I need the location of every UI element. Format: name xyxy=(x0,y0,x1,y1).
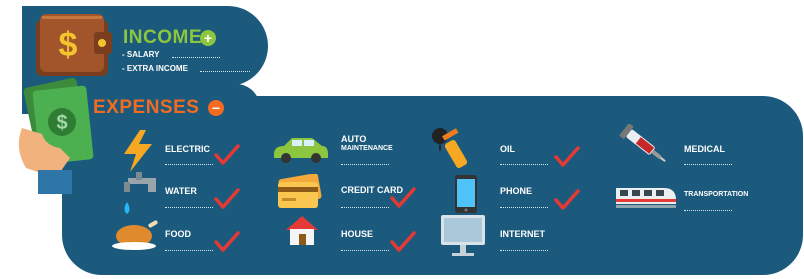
expense-label-medical: MEDICAL xyxy=(684,144,725,154)
monitor-icon xyxy=(441,215,485,256)
fuel-pump-icon xyxy=(432,128,468,169)
expense-label-transportation: TRANSPORTATION xyxy=(684,191,749,198)
credit-card-icon xyxy=(278,174,322,208)
car-icon xyxy=(274,138,328,163)
minus-icon: − xyxy=(208,100,224,116)
smartphone-icon xyxy=(455,175,477,213)
income-item-extra: - EXTRA INCOME xyxy=(122,64,188,73)
svg-text:$: $ xyxy=(59,26,78,64)
roast-chicken-icon xyxy=(112,220,158,250)
check-icon xyxy=(554,189,580,210)
check-icon xyxy=(214,188,240,209)
check-icon xyxy=(390,187,416,208)
expense-line-auto xyxy=(341,164,389,165)
expense-label-maintenance: MAINTENANCE xyxy=(341,145,393,152)
expense-line-electric xyxy=(165,164,213,165)
expense-line-oil xyxy=(500,164,548,165)
train-icon xyxy=(616,188,676,208)
expense-line-house xyxy=(341,250,389,251)
expense-label-house: HOUSE xyxy=(341,229,374,239)
income-title: INCOME xyxy=(123,27,202,48)
check-icon xyxy=(214,231,240,252)
wallet-icon: $ xyxy=(36,14,112,76)
expense-line-internet xyxy=(500,250,548,251)
expense-line-credit-card xyxy=(341,207,389,208)
expense-label-auto: AUTO xyxy=(341,134,367,144)
svg-text:$: $ xyxy=(56,112,67,134)
expense-label-water: WATER xyxy=(165,186,197,196)
check-icon xyxy=(390,231,416,252)
water-tap-icon xyxy=(124,172,156,214)
income-extra-line xyxy=(200,71,250,72)
expense-label-oil: OIL xyxy=(500,144,515,154)
lightning-icon xyxy=(124,130,152,172)
expenses-title: EXPENSES xyxy=(93,97,200,118)
expense-line-water xyxy=(165,207,213,208)
syringe-icon xyxy=(619,124,666,163)
expense-label-food: FOOD xyxy=(165,229,191,239)
expense-line-medical xyxy=(684,164,732,165)
income-item-salary: - SALARY xyxy=(122,50,160,59)
plus-icon: + xyxy=(200,30,216,46)
expense-line-transportation xyxy=(684,210,732,211)
income-salary-line xyxy=(172,57,220,58)
expense-label-electric: ELECTRIC xyxy=(165,144,210,154)
house-icon xyxy=(286,216,318,245)
check-icon xyxy=(554,146,580,167)
hand-with-money-icon: $ xyxy=(18,78,94,194)
expense-line-phone xyxy=(500,207,548,208)
check-icon xyxy=(214,144,240,165)
expense-label-phone: PHONE xyxy=(500,186,533,196)
expense-label-internet: INTERNET xyxy=(500,229,545,239)
expense-line-food xyxy=(165,250,213,251)
